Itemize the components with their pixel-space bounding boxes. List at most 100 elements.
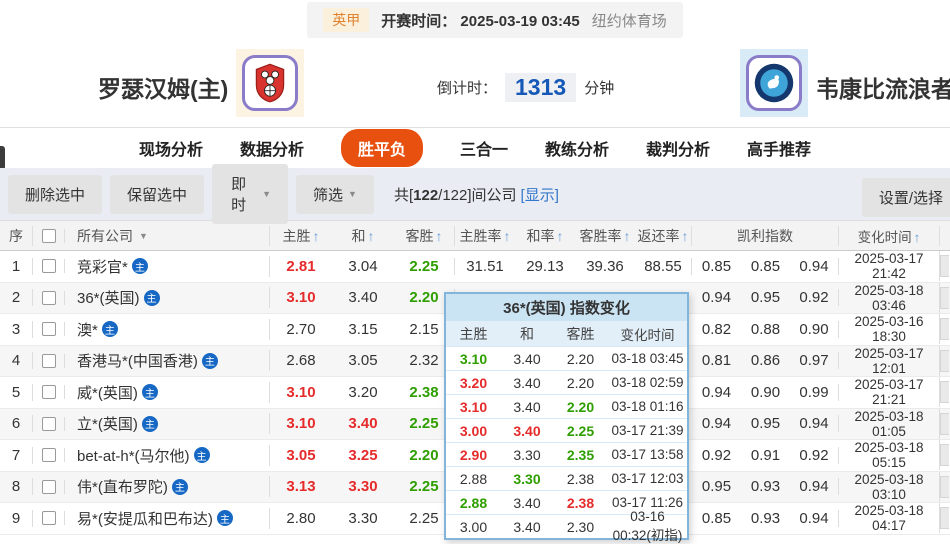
col-draw-odds[interactable]: 和 ↑ <box>332 226 394 246</box>
show-link[interactable]: [显示] <box>521 187 559 204</box>
odds-home[interactable]: 2.80 <box>270 510 332 527</box>
nav-tab[interactable]: 三合一 <box>460 136 508 160</box>
row-extra-cut[interactable] <box>940 507 950 530</box>
odds-history-popup: 36*(英国) 指数变化 主胜 和 客胜 变化时间 3.10 3.40 2.20 03… <box>444 292 689 543</box>
odds-home[interactable]: 2.81 <box>270 258 332 275</box>
row-extra-cut[interactable] <box>940 349 950 372</box>
keep-selected-button[interactable]: 保留选中 <box>110 174 205 214</box>
nav-tab[interactable]: 胜平负 <box>340 129 423 167</box>
col-company[interactable]: 所有公司 ▼ <box>65 225 270 246</box>
company-cell: 香港马*(中国香港) 主 <box>65 350 270 372</box>
odds-away[interactable]: 2.25 <box>394 257 455 275</box>
sort-up-icon: ↑ <box>367 227 375 244</box>
row-extra-cut[interactable] <box>940 255 950 278</box>
nav-tab[interactable]: 数据分析 <box>240 136 304 160</box>
main-marker-icon: 主 <box>171 478 188 495</box>
kickoff-time: 开赛时间： 2025-03-19 03:45 <box>381 12 580 30</box>
col-change-time[interactable]: 变化时间 ↑ <box>839 225 940 246</box>
detail-button-cut <box>940 381 949 404</box>
row-seq: 6 <box>0 415 33 433</box>
odds-draw[interactable]: 3.30 <box>332 478 394 495</box>
nav-tab[interactable]: 裁判分析 <box>646 136 710 160</box>
col-away-rate[interactable]: 客胜率 ↑ <box>575 226 635 246</box>
row-checkbox[interactable] <box>33 511 65 526</box>
row-checkbox[interactable] <box>33 259 65 274</box>
odds-draw[interactable]: 3.30 <box>332 510 394 527</box>
odds-draw[interactable]: 3.20 <box>332 384 394 401</box>
chevron-down-icon: ▼ <box>262 189 272 199</box>
row-checkbox[interactable] <box>33 353 65 368</box>
row-checkbox[interactable] <box>33 290 65 305</box>
kelly-value: 0.82 <box>701 320 732 338</box>
checkbox-icon <box>41 290 56 305</box>
checkbox-icon <box>41 259 56 274</box>
time-filter-dropdown[interactable]: 即时 ▼ <box>212 164 289 224</box>
col-home-odds[interactable]: 主胜 ↑ <box>270 226 332 246</box>
filter-label: 筛选 <box>313 186 344 204</box>
kelly-value: 0.95 <box>750 289 781 307</box>
main-marker-icon: 主 <box>141 415 158 432</box>
popup-odds-home: 3.10 <box>459 350 488 367</box>
odds-draw[interactable]: 3.40 <box>332 289 394 306</box>
odds-home[interactable]: 3.13 <box>270 478 332 495</box>
nav-tab[interactable]: 教练分析 <box>545 136 609 160</box>
row-checkbox[interactable] <box>33 385 65 400</box>
odds-home[interactable]: 3.10 <box>270 415 332 432</box>
company-name[interactable]: 36*(英国) <box>77 287 140 308</box>
odds-draw[interactable]: 3.25 <box>332 447 394 464</box>
col-away-odds[interactable]: 客胜 ↑ <box>394 225 455 246</box>
change-time: 2025-03-18 01:05 <box>839 408 940 439</box>
popup-change-time: 03-16 00:32(初指) <box>612 509 683 543</box>
company-name[interactable]: bet-at-h*(马尔他) <box>77 445 190 466</box>
popup-change-time: 03-17 12:03 <box>611 471 684 486</box>
row-checkbox[interactable] <box>33 448 65 463</box>
company-name[interactable]: 竞彩官* <box>77 256 128 277</box>
odds-home[interactable]: 2.70 <box>270 321 332 338</box>
company-name[interactable]: 伟*(直布罗陀) <box>77 476 168 497</box>
odds-draw[interactable]: 3.40 <box>332 415 394 432</box>
row-extra-cut[interactable] <box>940 412 950 435</box>
col-return-rate[interactable]: 返还率 ↑ <box>635 225 692 246</box>
company-name[interactable]: 立*(英国) <box>77 413 138 434</box>
row-extra-cut[interactable] <box>940 381 950 404</box>
row-extra-cut[interactable] <box>940 444 950 467</box>
odds-draw[interactable]: 3.04 <box>332 258 394 275</box>
row-extra-cut[interactable] <box>940 475 950 498</box>
popup-change-time: 03-17 21:39 <box>611 423 684 438</box>
popup-row: 3.10 3.40 2.20 03-18 01:16 <box>446 394 687 418</box>
checkbox-icon <box>41 353 56 368</box>
odds-home[interactable]: 3.05 <box>270 447 332 464</box>
nav-tab[interactable]: 现场分析 <box>139 136 203 160</box>
row-checkbox[interactable] <box>33 416 65 431</box>
odds-home[interactable]: 2.68 <box>270 352 332 369</box>
settings-button[interactable]: 设置/选择 <box>861 178 950 217</box>
main-marker-icon: 主 <box>143 289 160 306</box>
odds-home[interactable]: 3.10 <box>270 384 332 401</box>
odds-draw[interactable]: 3.05 <box>332 352 394 369</box>
delete-selected-button[interactable]: 删除选中 <box>8 174 103 214</box>
odds-home[interactable]: 3.10 <box>270 289 332 306</box>
row-extra-cut[interactable] <box>940 318 950 341</box>
popup-col-draw: 和 <box>520 325 534 342</box>
filter-dropdown[interactable]: 筛选 ▼ <box>296 174 374 214</box>
edge-widget-partial[interactable] <box>0 146 5 170</box>
popup-odds-home: 3.00 <box>459 518 488 535</box>
detail-button-cut <box>940 349 949 372</box>
detail-button-cut <box>940 444 949 467</box>
col-draw-rate[interactable]: 和率 ↑ <box>515 226 575 246</box>
popup-odds-away: 2.38 <box>566 470 595 487</box>
home-team-badge <box>236 49 304 117</box>
company-cell: bet-at-h*(马尔他) 主 <box>65 444 270 466</box>
select-all-checkbox[interactable] <box>33 228 65 243</box>
col-home-rate[interactable]: 主胜率 ↑ <box>455 226 515 246</box>
nav-tab[interactable]: 高手推荐 <box>747 136 811 160</box>
checkbox-icon <box>41 416 56 431</box>
row-extra-cut[interactable] <box>940 286 950 309</box>
company-name[interactable]: 易*(安提瓜和巴布达) <box>77 508 213 529</box>
company-name[interactable]: 香港马*(中国香港) <box>77 350 198 371</box>
odds-draw[interactable]: 3.15 <box>332 321 394 338</box>
row-checkbox[interactable] <box>33 479 65 494</box>
company-name[interactable]: 澳* <box>77 319 98 340</box>
row-checkbox[interactable] <box>33 322 65 337</box>
company-name[interactable]: 威*(英国) <box>77 382 138 403</box>
